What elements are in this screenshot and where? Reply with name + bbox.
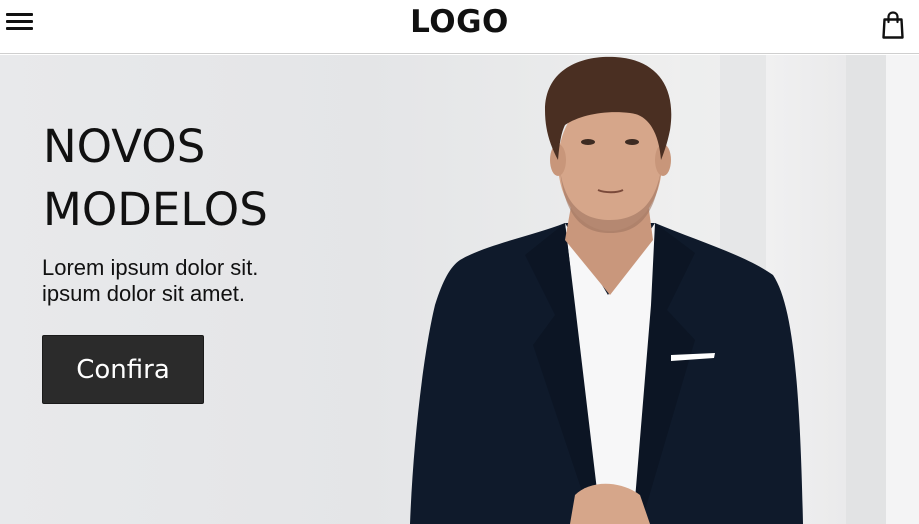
site-header: LOGO: [0, 0, 919, 54]
logo[interactable]: LOGO: [410, 4, 509, 40]
hero-title: NOVOS MODELOS: [43, 115, 268, 241]
menu-bar: [6, 20, 33, 23]
hero-description: Lorem ipsum dolor sit. ipsum dolor sit a…: [42, 255, 258, 307]
hero-title-line: MODELOS: [43, 183, 268, 236]
menu-bar: [6, 27, 33, 30]
shopping-bag-icon[interactable]: [881, 11, 905, 39]
hero-text-line: Lorem ipsum dolor sit.: [42, 255, 259, 280]
man-in-suit-photo: [410, 56, 803, 524]
hamburger-menu-icon[interactable]: [6, 11, 34, 33]
logo-container: LOGO: [0, 4, 919, 40]
hero-title-line: NOVOS: [43, 120, 206, 173]
confira-button[interactable]: Confira: [42, 335, 204, 404]
menu-bar: [6, 13, 33, 16]
hero-text-line: ipsum dolor sit amet.: [42, 281, 245, 306]
shopping-bag-svg: [882, 11, 904, 39]
hero-banner: NOVOS MODELOS Lorem ipsum dolor sit. ips…: [0, 55, 919, 524]
